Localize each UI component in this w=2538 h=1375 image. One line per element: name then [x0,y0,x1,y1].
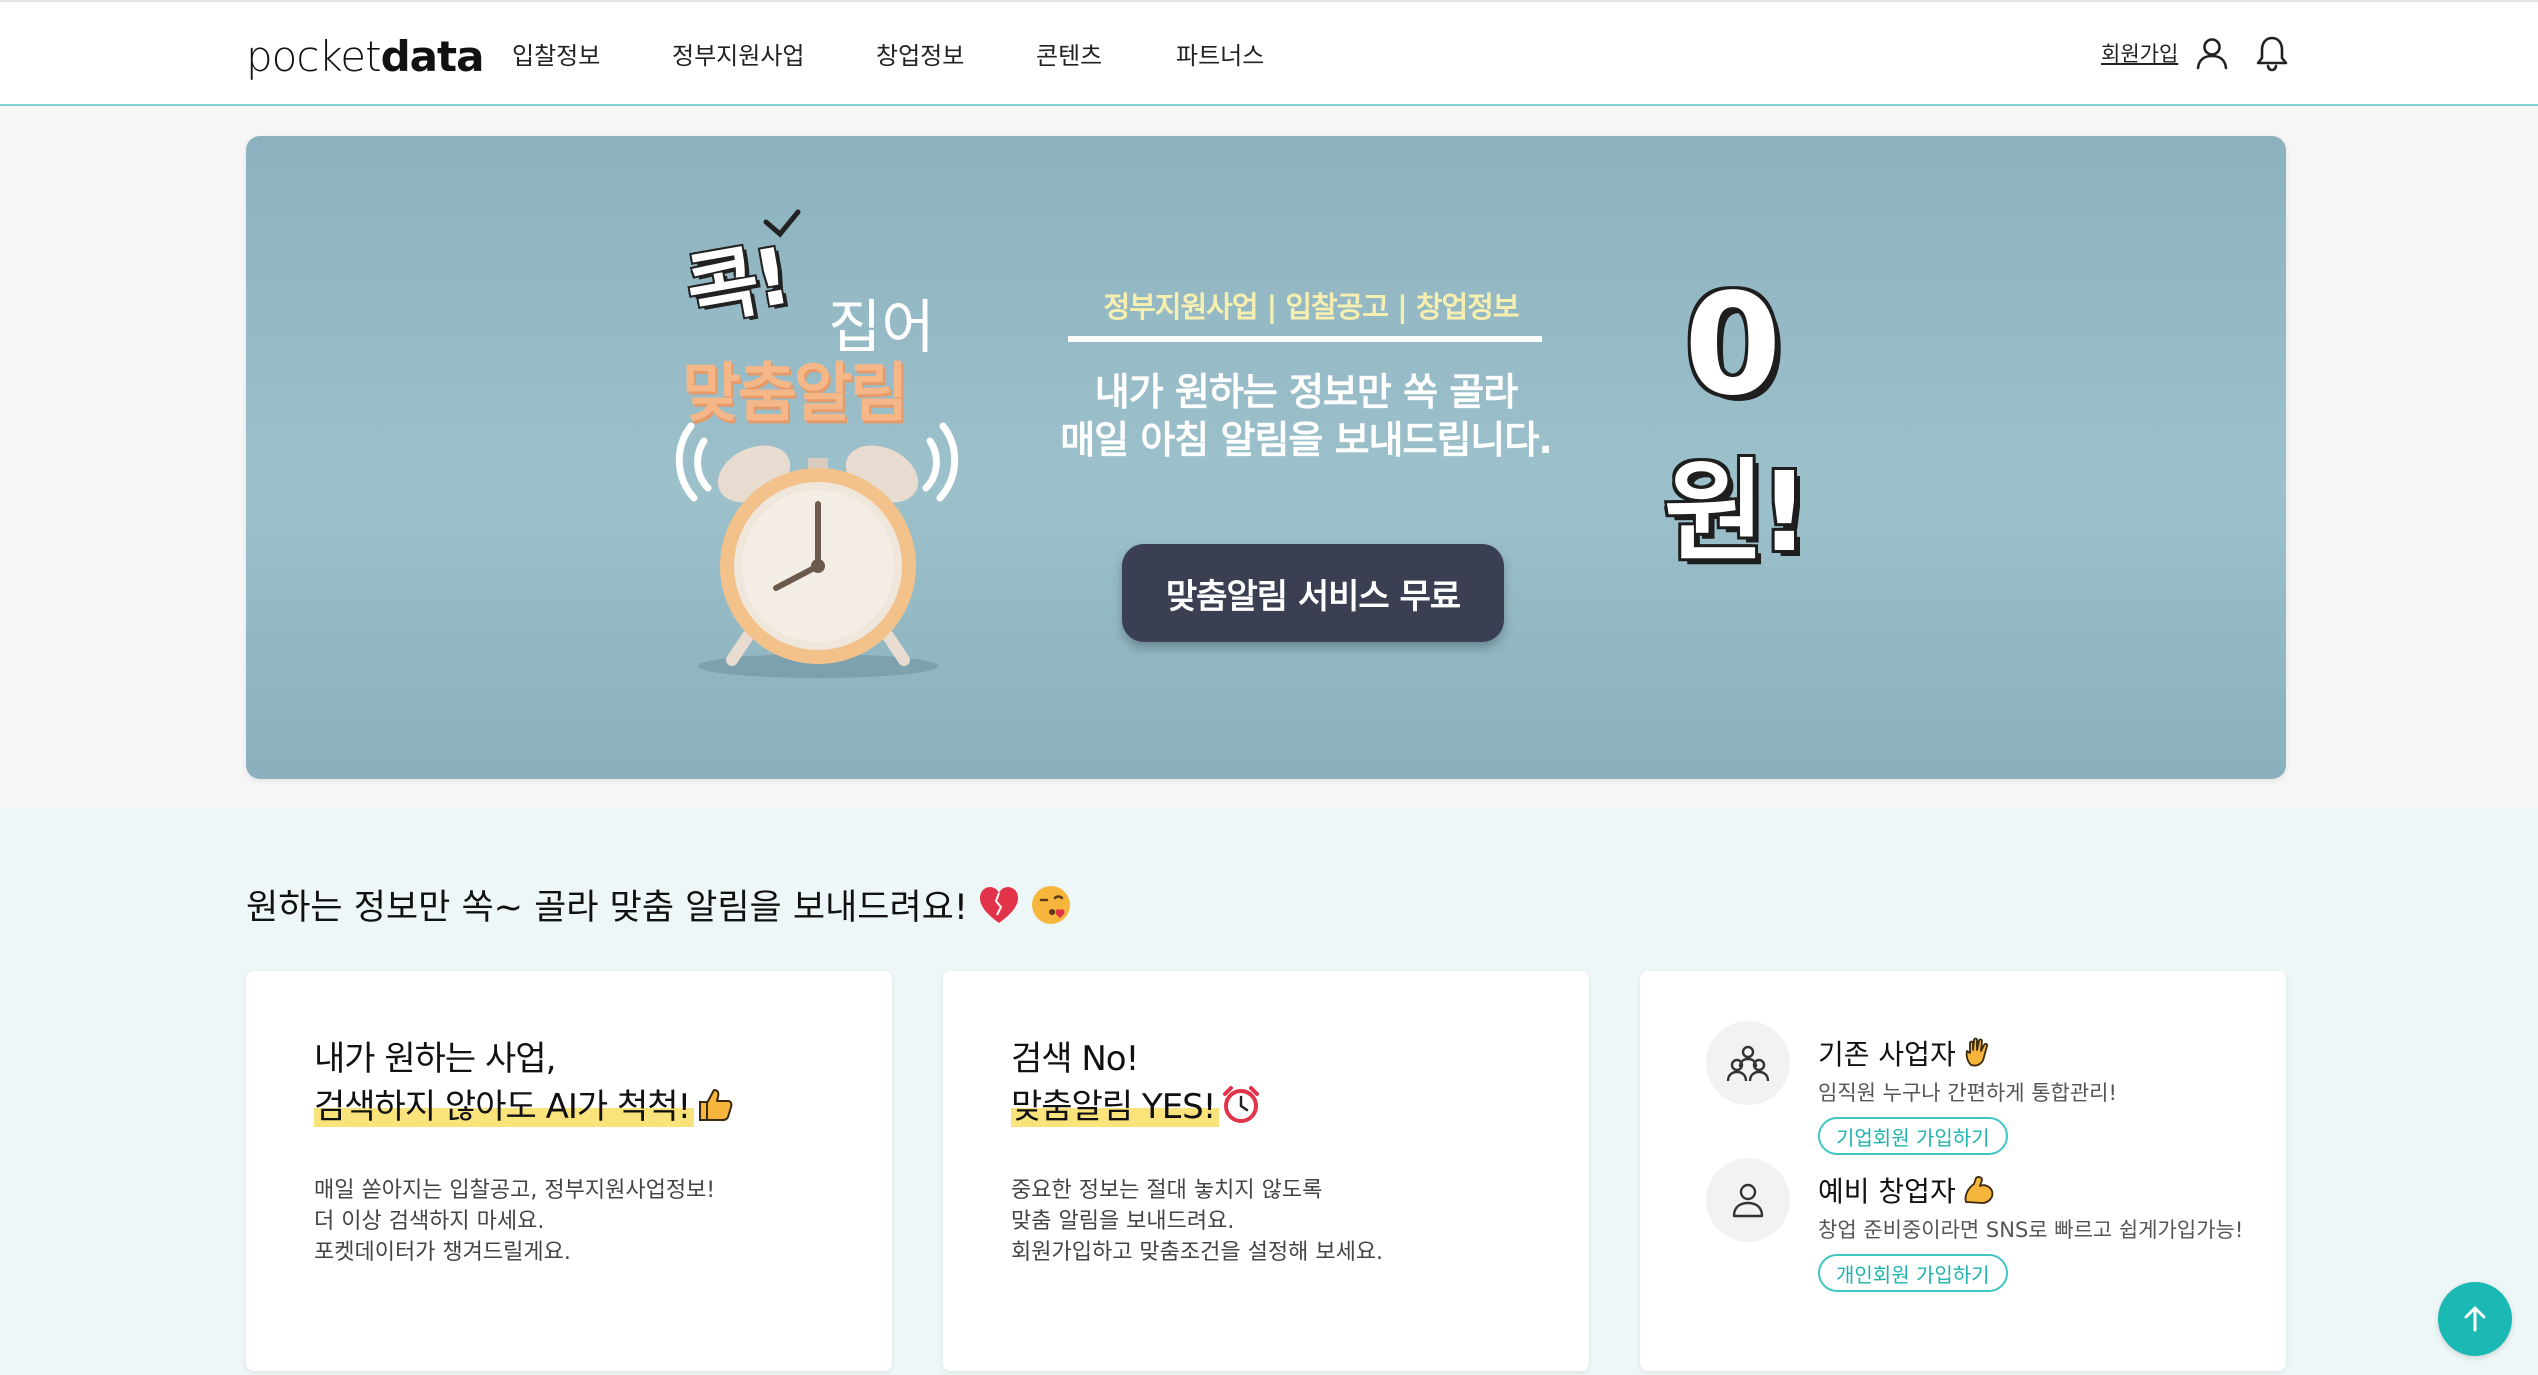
nav-item-partners[interactable]: 파트너스 [1176,36,1264,71]
card-body-line: 회원가입하고 맞춤조건을 설정해 보세요. [1011,1240,1384,1265]
logo-light-text: pocket [246,32,382,81]
banner-title-kok: 콕! [680,231,794,338]
person-icon [1706,1158,1790,1242]
member-title-text: 예비 창업자 [1818,1175,1956,1208]
broken-heart-icon [979,886,1018,923]
card-body: 중요한 정보는 절대 놓치지 않도록 맞춤 알림을 보내드려요. 회원가입하고 … [1011,1175,1383,1268]
nav-item-gov-support[interactable]: 정부지원사업 [672,36,804,71]
member-title: 기존 사업자 [1818,1033,1994,1073]
member-title-text: 기존 사업자 [1818,1038,1956,1071]
card-heading-highlight: 맞춤알림 YES! [1011,1087,1220,1127]
nav-item-contents[interactable]: 콘텐츠 [1036,36,1102,71]
card-heading: 내가 원하는 사업, 검색하지 않아도 AI가 척척! [314,1035,734,1131]
scroll-top-button[interactable] [2438,1282,2512,1356]
personal-signup-button[interactable]: 개인회원 가입하기 [1818,1254,2008,1292]
card-body-line: 매일 쏟아지는 입찰공고, 정부지원사업정보! [314,1178,716,1203]
banner-main-text: 내가 원하는 정보만 쏙 골라 매일 아침 알림을 보내드립니다. [1026,368,1586,464]
banner-price-zero: 0 [1684,264,1782,427]
banner-main-line-2: 매일 아침 알림을 보내드립니다. [1060,418,1553,462]
banner-main-line-1: 내가 원하는 정보만 쏙 골라 [1094,370,1518,414]
user-icon[interactable] [2194,35,2230,71]
alarm-clock-icon [1223,1086,1260,1123]
nav-item-bids[interactable]: 입찰정보 [512,36,600,71]
card-heading-highlight: 검색하지 않아도 AI가 척척! [314,1087,695,1127]
card-body-line: 포켓데이터가 챙겨드릴게요. [314,1240,571,1265]
top-header: pocketdata 입찰정보 정부지원사업 창업정보 콘텐츠 파트너스 회원가… [0,0,2538,106]
membership-card: 기존 사업자 임직원 누구나 간편하게 통합관리! 기업회원 가입하기 예비 창… [1640,971,2286,1371]
flexed-biceps-icon [1964,1176,1994,1204]
banner-subtitle: 정부지원사업 | 입찰공고 | 창업정보 [1103,290,1519,324]
member-desc: 창업 준비중이라면 SNS로 빠르고 쉽게가입가능! [1818,1218,2244,1242]
banner-divider [1068,336,1542,342]
card-body: 매일 쏟아지는 입찰공고, 정부지원사업정보! 더 이상 검색하지 마세요. 포… [314,1175,715,1268]
thumbs-up-icon [699,1089,733,1121]
promo-banner[interactable]: 콕! 집어 맞춤알림 정부지원사업 | 입찰공고 | 창업정보 내가 원하는 정… [246,136,2286,779]
waving-hand-icon [1965,1037,1988,1067]
bell-icon[interactable] [2254,34,2290,72]
free-service-button[interactable]: 맞춤알림 서비스 무료 [1122,544,1504,642]
section-title: 원하는 정보만 쏙~ 골라 맞춤 알림을 보내드려요! [246,879,1072,930]
banner-title-custom-alert: 맞춤알림 [682,357,909,431]
card-body-line: 더 이상 검색하지 마세요. [314,1209,545,1234]
feature-card-alert: 검색 No! 맞춤알림 YES! 중요한 정보는 절대 놓치지 않도록 맞춤 알… [943,971,1589,1371]
card-body-line: 중요한 정보는 절대 놓치지 않도록 [1011,1178,1323,1203]
card-body-line: 맞춤 알림을 보내드려요. [1011,1209,1235,1234]
card-heading-line-1: 검색 No! [1011,1039,1139,1079]
feature-card-ai: 내가 원하는 사업, 검색하지 않아도 AI가 척척! 매일 쏟아지는 입찰공고… [246,971,892,1371]
member-desc: 임직원 누구나 간편하게 통합관리! [1818,1081,2117,1105]
arrow-up-icon [2464,1306,2486,1332]
signup-link[interactable]: 회원가입 [2101,38,2178,68]
card-heading-line-1: 내가 원하는 사업, [314,1039,556,1079]
team-icon [1706,1021,1790,1105]
logo[interactable]: pocketdata [246,32,485,81]
banner-price-won: 원! [1664,448,1809,576]
card-heading: 검색 No! 맞춤알림 YES! [1011,1035,1261,1131]
banner-section: 콕! 집어 맞춤알림 정부지원사업 | 입찰공고 | 창업정보 내가 원하는 정… [0,106,2538,809]
business-signup-button[interactable]: 기업회원 가입하기 [1818,1117,2008,1155]
logo-bold-text: data [380,32,485,81]
kissing-face-icon [1031,885,1070,924]
member-title: 예비 창업자 [1818,1170,1996,1210]
info-section: 원하는 정보만 쏙~ 골라 맞춤 알림을 보내드려요! 내가 원하는 사업, 검… [0,809,2538,1375]
nav-item-startup[interactable]: 창업정보 [876,36,964,71]
section-title-text: 원하는 정보만 쏙~ 골라 맞춤 알림을 보내드려요! [246,888,968,928]
